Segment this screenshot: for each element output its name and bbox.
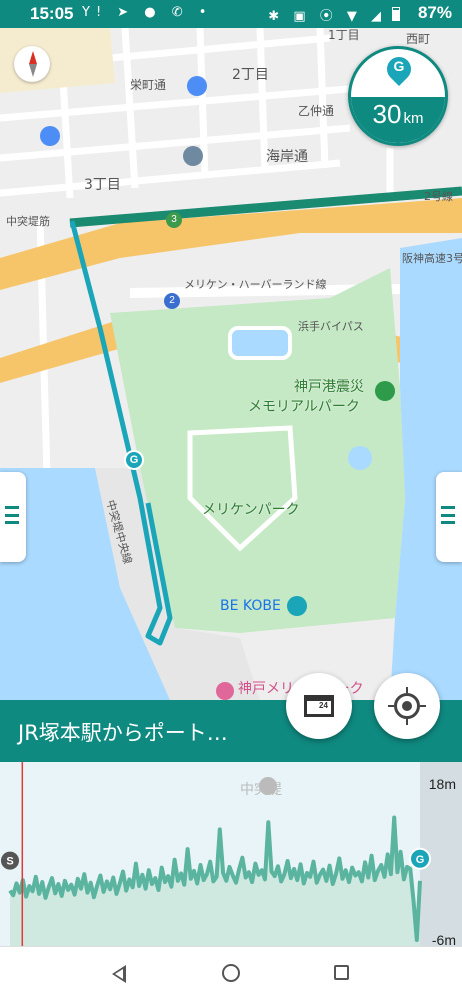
map-label-memorial2: メモリアルパーク bbox=[248, 399, 360, 415]
map-label-memorial1: 神戸港震災 bbox=[294, 379, 364, 395]
compass-south-icon bbox=[29, 64, 37, 77]
menu-icon bbox=[5, 506, 19, 524]
map-label-2chome: 2丁目 bbox=[232, 67, 269, 83]
store-24-icon: 24 bbox=[304, 695, 334, 717]
map-label-meriken-park: メリケンパーク bbox=[202, 502, 300, 518]
map-label-route2: 2号線 bbox=[424, 190, 453, 203]
watermark-pin-icon bbox=[259, 777, 277, 795]
system-nav-bar bbox=[0, 946, 462, 1000]
elevation-chart-svg: 中突堤 S G bbox=[1, 762, 462, 946]
compass-north-icon bbox=[29, 51, 37, 64]
system-icons: ✱ ▣ ⦿ ▼ ◢ bbox=[268, 9, 386, 24]
elevation-max-label: 18m bbox=[428, 776, 456, 792]
home-icon[interactable] bbox=[222, 964, 240, 982]
elevation-min-label: -6m bbox=[431, 932, 456, 946]
menu-icon bbox=[441, 506, 455, 524]
map-label-otsunaka: 乙仲通 bbox=[298, 104, 335, 118]
route-title: JR塚本駅からポート… bbox=[18, 721, 228, 745]
map-label-hamate: 浜手バイパス bbox=[298, 320, 364, 333]
recent-apps-icon[interactable] bbox=[334, 965, 349, 980]
back-icon[interactable] bbox=[112, 965, 126, 983]
map-label-chutotsuji: 中突堤筋 bbox=[6, 215, 50, 228]
goal-pin-letter: G bbox=[393, 58, 405, 74]
compass-button[interactable] bbox=[14, 46, 50, 82]
elevation-chart[interactable]: 中突堤 S G 18m -6m bbox=[0, 762, 462, 946]
distance-readout: 30 km bbox=[351, 99, 445, 130]
route-goal-marker[interactable]: G bbox=[124, 450, 144, 470]
left-drawer-handle[interactable] bbox=[0, 472, 26, 562]
notification-icons: Y! ➤ ● ✆ • bbox=[82, 5, 213, 20]
start-marker-label: S bbox=[6, 856, 13, 868]
map-label-sakaemachi: 栄町通 bbox=[130, 78, 167, 92]
status-bar: 15:05 Y! ➤ ● ✆ • ✱ ▣ ⦿ ▼ ◢ 87% bbox=[0, 0, 462, 28]
battery-icon bbox=[392, 7, 400, 21]
highway-shield-3: 3 bbox=[166, 212, 182, 228]
map-label-kaigan: 海岸通 bbox=[266, 149, 308, 165]
convenience-store-button[interactable]: 24 bbox=[286, 673, 352, 739]
map-label-be-kobe: BE KOBE bbox=[220, 598, 281, 614]
map-label-meriken-harbor: メリケン・ハーバーランド線 bbox=[184, 278, 327, 291]
battery-percent: 87% bbox=[417, 3, 452, 22]
my-location-button[interactable] bbox=[374, 673, 440, 739]
highway-shield-2: 2 bbox=[164, 293, 180, 309]
distance-value: 30 bbox=[372, 99, 402, 129]
distance-unit: km bbox=[403, 110, 424, 127]
map-label-1chome: 1丁目 bbox=[328, 28, 360, 42]
map-label-hanshin: 阪神高速3号 bbox=[402, 252, 462, 265]
right-drawer-handle[interactable] bbox=[436, 472, 462, 562]
distance-badge[interactable]: G 30 km bbox=[348, 46, 448, 146]
status-time: 15:05 bbox=[30, 4, 74, 23]
map-label-3chome: 3丁目 bbox=[84, 177, 121, 193]
map-label-nishimachi: 西町 bbox=[406, 32, 431, 46]
goal-marker-label: G bbox=[416, 854, 425, 866]
map-view[interactable]: 1丁目 西町 栄町通 2丁目 乙仲通 海岸通 3丁目 中突堤筋 2号線 阪神高速… bbox=[0, 28, 462, 700]
